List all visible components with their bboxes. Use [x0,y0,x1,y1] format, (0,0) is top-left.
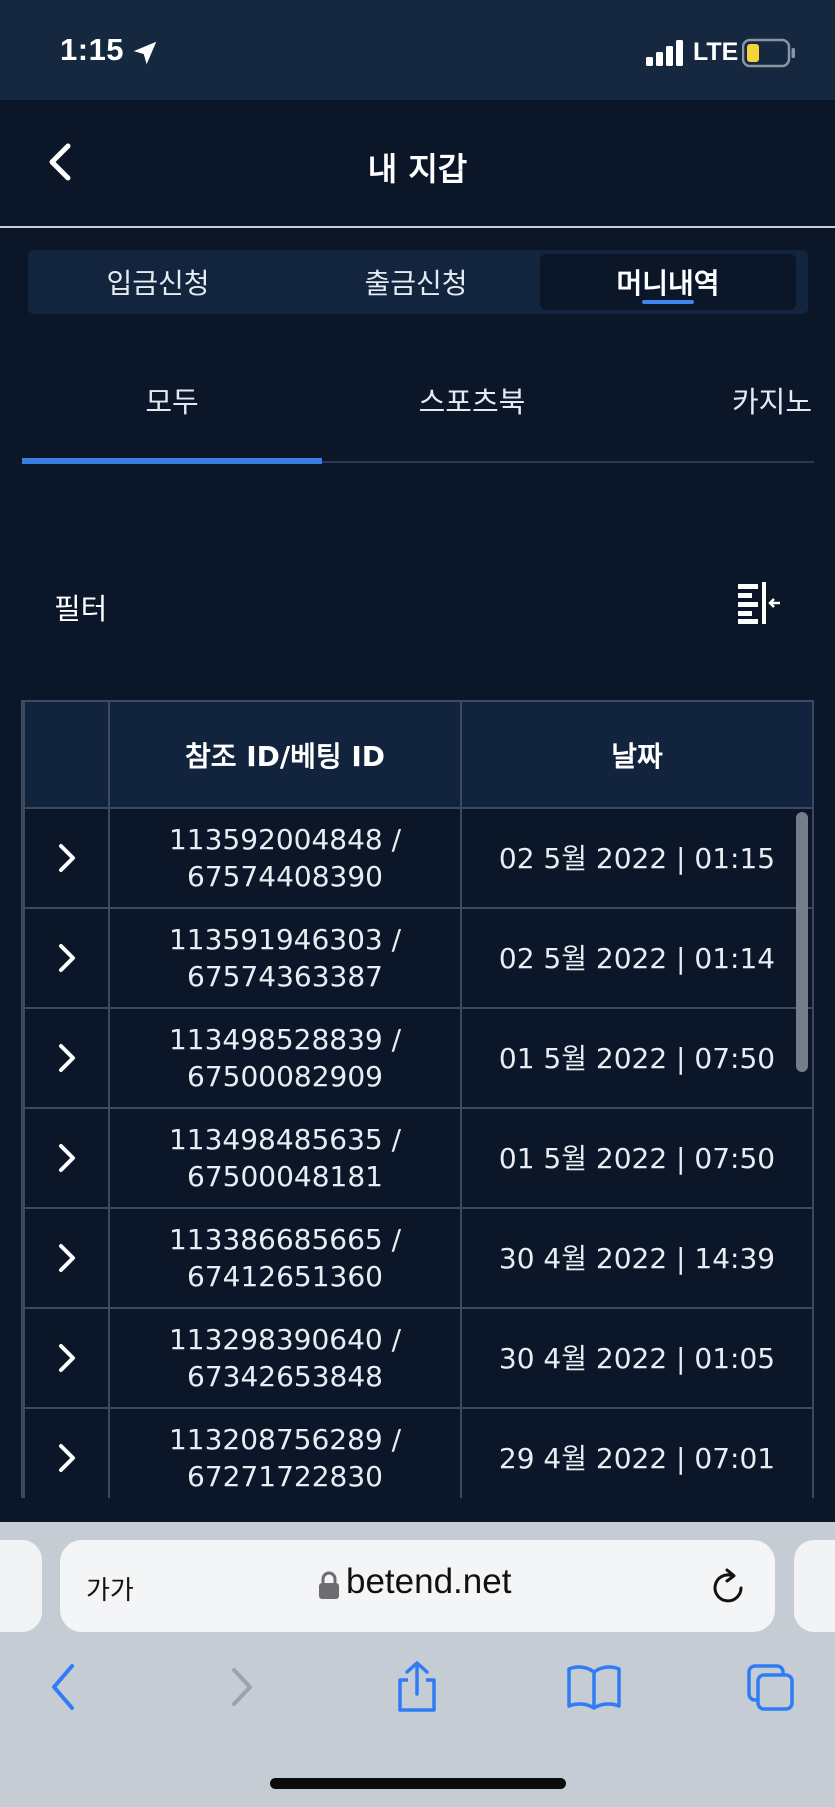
table-row[interactable]: 113591946303 / 67574363387 02 5월 2022 | 01… [23,907,812,1009]
url-text: betend.net [346,1562,512,1601]
bookmarks-icon[interactable] [566,1660,622,1714]
reference-id-cell: 113386685665 / 67412651360 [108,1207,462,1309]
expand-cell[interactable] [23,907,110,1009]
table-row[interactable]: 113592004848 / 67574408390 02 5월 2022 | 01… [23,807,812,909]
expand-cell[interactable] [23,1407,110,1498]
text-size-button[interactable]: 가가 [86,1570,134,1607]
date-cell: 30 4월 2022 | 01:05 [460,1307,812,1409]
reference-id-cell: 113298390640 / 67342653848 [108,1307,462,1409]
reference-id-cell: 113208756289 / 67271722830 [108,1407,462,1498]
table-row[interactable]: 113298390640 / 67342653848 30 4월 2022 | 01… [23,1307,812,1409]
chevron-right-icon[interactable] [56,1143,78,1173]
tab-label: 스포츠북 [418,385,526,419]
bet-id: 67500048181 [187,1160,383,1193]
tab-deposit-request[interactable]: 입금신청 [30,254,286,310]
date-column-header: 날짜 [460,700,812,809]
bet-id: 67500082909 [187,1060,383,1093]
chevron-right-icon[interactable] [56,1343,78,1373]
table-row[interactable]: 113498528839 / 67500082909 01 5월 2022 | 07… [23,1007,812,1109]
bet-id: 67412651360 [187,1260,383,1293]
signal-icon [646,40,683,66]
network-type: LTE [693,38,739,66]
share-icon[interactable] [394,1660,440,1714]
chevron-right-icon[interactable] [56,943,78,973]
lock-icon [319,1571,339,1599]
wallet-segment-tabs: 입금신청 출금신청 머니내역 [28,250,808,314]
date-cell: 01 5월 2022 | 07:50 [460,1007,812,1109]
browser-toolbar: 가가 betend.net [0,1522,835,1807]
table-row[interactable]: 113208756289 / 67271722830 29 4월 2022 | 07… [23,1407,812,1498]
tab-label: 출금신청 [364,267,468,300]
table-header-row: 참조 ID/베팅 ID 날짜 [23,700,812,809]
tabs-icon[interactable] [746,1660,796,1714]
tab-casino[interactable]: 카지노 [712,340,832,460]
reference-id: 113298390640 / [168,1323,402,1356]
chevron-right-icon[interactable] [56,1443,78,1473]
date-cell: 01 5월 2022 | 07:50 [460,1107,812,1209]
reference-id-cell: 113498528839 / 67500082909 [108,1007,462,1109]
reference-id: 113208756289 / [168,1423,402,1456]
reference-id-cell: 113498485635 / 67500048181 [108,1107,462,1209]
tab-label: 입금신청 [106,267,210,300]
date-cell: 02 5월 2022 | 01:15 [460,807,812,909]
battery-icon [742,38,795,68]
previous-tab-preview[interactable] [0,1540,42,1632]
money-history-table[interactable]: 참조 ID/베팅 ID 날짜 113592004848 / 67574408390… [21,700,814,1498]
category-tabs: 모두 스포츠북 카지노 [22,340,814,464]
status-time: 1:15 [60,32,125,67]
reference-id: 113386685665 / [168,1223,402,1256]
page-title: 내 지갑 [367,150,468,188]
expand-cell[interactable] [23,807,110,909]
tab-all[interactable]: 모두 [22,340,322,460]
chevron-right-icon[interactable] [56,843,78,873]
date-cell: 30 4월 2022 | 14:39 [460,1207,812,1309]
tab-label: 모두 [145,385,199,419]
chevron-right-icon[interactable] [56,1043,78,1073]
table-row[interactable]: 113498485635 / 67500048181 01 5월 2022 | 07… [23,1107,812,1209]
table-row[interactable]: 113386685665 / 67412651360 30 4월 2022 | 14… [23,1207,812,1309]
bet-id: 67271722830 [187,1460,383,1493]
bet-id: 67574363387 [187,960,383,993]
expand-cell[interactable] [23,1307,110,1409]
filter-collapse-icon[interactable] [736,582,782,624]
filter-label[interactable]: 필터 [54,586,107,628]
tab-money-history[interactable]: 머니내역 [540,254,796,310]
table-scrollbar[interactable] [796,812,808,1072]
tab-sportsbook[interactable]: 스포츠북 [322,340,622,460]
tab-label: 카지노 [731,385,813,419]
reload-icon[interactable] [710,1566,748,1606]
reference-id: 113498528839 / [168,1023,402,1056]
reference-id: 113592004848 / [168,823,402,856]
back-icon[interactable] [46,1660,80,1714]
forward-icon[interactable] [226,1660,260,1714]
expand-cell[interactable] [23,1007,110,1109]
location-arrow-icon [133,41,157,65]
date-cell: 29 4월 2022 | 07:01 [460,1407,812,1498]
tab-label: 머니내역 [616,267,720,300]
bet-id: 67574408390 [187,860,383,893]
expand-column-header [23,700,110,809]
reference-id-cell: 113592004848 / 67574408390 [108,807,462,909]
chevron-right-icon[interactable] [56,1243,78,1273]
address-bar[interactable]: 가가 betend.net [60,1540,775,1632]
next-tab-preview[interactable] [794,1540,835,1632]
tab-withdraw-request[interactable]: 출금신청 [288,254,544,310]
home-indicator [270,1778,566,1789]
bet-id: 67342653848 [187,1360,383,1393]
app-header: 내 지갑 [0,100,835,228]
reference-id: 113591946303 / [168,923,402,956]
expand-cell[interactable] [23,1207,110,1309]
reference-id-cell: 113591946303 / 67574363387 [108,907,462,1009]
active-tab-indicator [642,300,694,304]
status-bar: 1:15 LTE [0,0,835,100]
reference-id-column-header: 참조 ID/베팅 ID [108,700,462,809]
active-tab-indicator [22,458,322,464]
reference-id: 113498485635 / [168,1123,402,1156]
date-cell: 02 5월 2022 | 01:14 [460,907,812,1009]
expand-cell[interactable] [23,1107,110,1209]
